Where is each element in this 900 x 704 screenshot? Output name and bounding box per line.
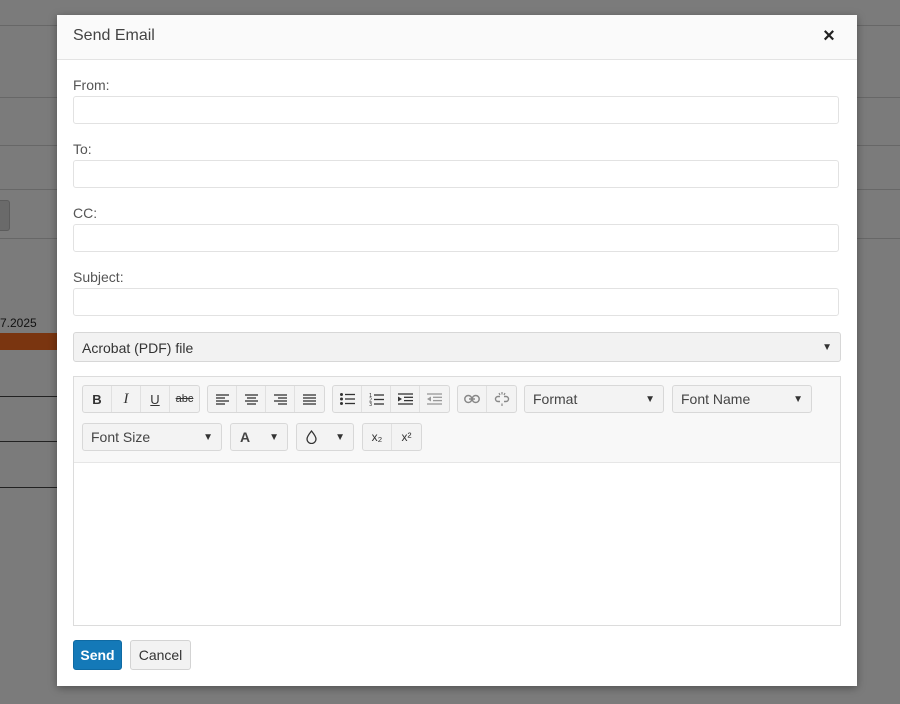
bold-button[interactable]: B — [83, 386, 112, 412]
background-date-text: 7.2025 — [0, 316, 37, 330]
bullet-list-button[interactable] — [333, 386, 362, 412]
dialog-title: Send Email — [73, 27, 155, 44]
script-group: x₂ x² — [362, 423, 422, 451]
underline-icon: U — [150, 391, 160, 407]
background-row-line — [0, 396, 58, 397]
alignment-group — [207, 385, 325, 413]
align-left-button[interactable] — [208, 386, 237, 412]
link-button[interactable] — [458, 386, 487, 412]
text-color-dropdown[interactable]: A ▼ — [230, 423, 288, 451]
caret-down-icon: ▼ — [269, 432, 279, 443]
from-label: From: — [73, 77, 110, 93]
background-row-line — [0, 487, 58, 488]
subscript-icon: x₂ — [371, 430, 383, 444]
link-group — [457, 385, 517, 413]
caret-down-icon: ▼ — [822, 342, 832, 353]
caret-down-icon: ▼ — [793, 394, 803, 405]
to-field[interactable] — [73, 160, 839, 188]
text-style-group: B I U abc — [82, 385, 200, 413]
font-name-dropdown[interactable]: Font Name ▼ — [672, 385, 812, 413]
font-size-dropdown-label: Font Size — [91, 429, 151, 445]
editor-content-area[interactable] — [74, 463, 840, 625]
background-row-line — [0, 441, 58, 442]
attachment-format-value: Acrobat (PDF) file — [82, 340, 194, 356]
background-button — [0, 200, 10, 231]
close-icon: × — [823, 25, 835, 47]
strikethrough-button[interactable]: abc — [170, 386, 199, 412]
text-color-icon: A — [240, 429, 251, 445]
indent-icon — [397, 393, 413, 405]
align-right-button[interactable] — [266, 386, 295, 412]
dialog-header: Send Email × — [57, 15, 857, 60]
align-left-icon — [215, 393, 229, 405]
background-highlight-bar — [0, 333, 58, 350]
cc-field[interactable] — [73, 224, 839, 252]
send-email-dialog: Send Email × From: To: CC: Subject: Acro… — [57, 15, 857, 686]
italic-icon: I — [123, 390, 129, 407]
superscript-button[interactable]: x² — [392, 424, 421, 450]
font-size-dropdown[interactable]: Font Size ▼ — [82, 423, 222, 451]
outdent-icon — [427, 393, 442, 405]
format-dropdown[interactable]: Format ▼ — [524, 385, 664, 413]
superscript-icon: x² — [401, 430, 412, 444]
format-dropdown-label: Format — [533, 391, 578, 407]
underline-button[interactable]: U — [141, 386, 170, 412]
link-icon — [464, 394, 480, 404]
close-button[interactable]: × — [819, 26, 839, 46]
bullet-list-icon — [339, 393, 355, 405]
numbered-list-button[interactable]: 123 — [362, 386, 391, 412]
outdent-button[interactable] — [420, 386, 449, 412]
rich-text-editor: B I U abc 1 2 3 Format ▼ Font Name ▼ Fon… — [73, 376, 841, 626]
list-indent-group: 123 — [332, 385, 450, 413]
to-label: To: — [73, 141, 92, 157]
unlink-button[interactable] — [487, 386, 516, 412]
subscript-button[interactable]: x₂ — [363, 424, 392, 450]
caret-down-icon: ▼ — [645, 394, 655, 405]
indent-button[interactable] — [391, 386, 420, 412]
send-button[interactable]: Send — [73, 640, 122, 670]
unlink-icon — [494, 392, 509, 406]
background-color-dropdown[interactable]: ▼ — [296, 423, 354, 451]
subject-label: Subject: — [73, 269, 124, 285]
strikethrough-icon: abc — [175, 393, 194, 405]
from-field[interactable] — [73, 96, 839, 124]
italic-button[interactable]: I — [112, 386, 141, 412]
caret-down-icon: ▼ — [203, 432, 213, 443]
bold-icon: B — [92, 391, 102, 407]
editor-toolbar: B I U abc 1 2 3 Format ▼ Font Name ▼ Fon… — [74, 377, 840, 463]
attachment-format-select[interactable]: Acrobat (PDF) file ▼ — [73, 332, 841, 362]
align-center-button[interactable] — [237, 386, 266, 412]
align-right-icon — [273, 393, 287, 405]
font-name-dropdown-label: Font Name — [681, 391, 751, 407]
svg-text:3: 3 — [369, 402, 372, 406]
background-color-icon — [306, 430, 317, 444]
subject-field[interactable] — [73, 288, 839, 316]
align-justify-icon — [303, 393, 316, 405]
align-center-icon — [244, 393, 258, 405]
numbered-list-icon: 123 — [369, 393, 384, 406]
cancel-button[interactable]: Cancel — [130, 640, 191, 670]
cc-label: CC: — [73, 205, 98, 221]
align-justify-button[interactable] — [295, 386, 324, 412]
caret-down-icon: ▼ — [335, 432, 345, 443]
